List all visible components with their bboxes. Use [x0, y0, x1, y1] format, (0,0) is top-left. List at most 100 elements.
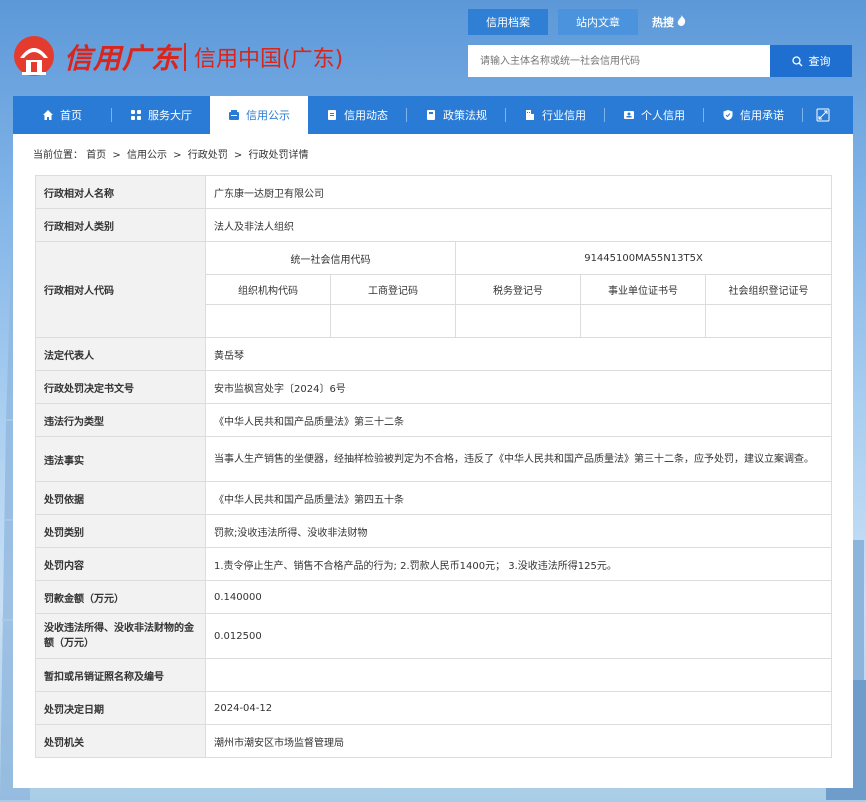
code-label: 行政相对人代码: [35, 241, 206, 338]
nav-item-personal-credit[interactable]: 个人信用: [605, 96, 703, 134]
violation-type-value: 《中华人民共和国产品质量法》第三十二条: [204, 403, 833, 437]
tab-site-articles[interactable]: 站内文章: [558, 9, 638, 35]
top-tabs: 信用档案 站内文章 热搜: [468, 9, 700, 35]
tab-hot-search[interactable]: 热搜: [648, 9, 690, 35]
flame-icon: [677, 15, 686, 29]
book-icon: [427, 110, 435, 120]
nav-item-credit-commitment[interactable]: 信用承诺: [704, 96, 802, 134]
table-row: 处罚类别 罚款;没收违法所得、没收非法财物: [35, 514, 833, 548]
table-row: 违法行为类型 《中华人民共和国产品质量法》第三十二条: [35, 403, 833, 437]
breadcrumb-separator: >: [173, 150, 182, 161]
org-code-value: [205, 304, 331, 338]
table-row: 处罚决定日期 2024-04-12: [35, 691, 833, 725]
decision-doc-label: 行政处罚决定书文号: [35, 370, 206, 404]
table-row: 罚款金额（万元） 0.140000: [35, 580, 833, 614]
decision-date-value: 2024-04-12: [204, 691, 833, 725]
org-code-label: 组织机构代码: [205, 274, 331, 305]
home-icon: [43, 110, 53, 120]
decision-doc-value: 安市监枫宫处字〔2024〕6号: [204, 370, 833, 404]
name-label: 行政相对人名称: [35, 175, 206, 209]
expand-button[interactable]: [803, 96, 843, 134]
search-input[interactable]: [468, 45, 770, 77]
logo-script-text: 信用广东: [64, 42, 181, 75]
table-row: 处罚内容 1.责令停止生产、销售不合格产品的行为; 2.罚款人民币1400元； …: [35, 547, 833, 581]
nav-service-hall-label: 服务大厅: [148, 109, 192, 122]
social-org-cert-label: 社会组织登记证号: [704, 274, 833, 305]
table-row: 处罚依据 《中华人民共和国产品质量法》第四五十条: [35, 481, 833, 515]
confiscation-amount-value: 0.012500: [204, 613, 833, 659]
main-nav: 首页 服务大厅 信用公示 信用动态 政策法规 行业信用 个人信用 信用承诺: [13, 96, 853, 134]
breadcrumb-credit-publicity[interactable]: 信用公示: [127, 150, 167, 161]
nav-item-credit-publicity[interactable]: 信用公示: [210, 96, 308, 134]
tab-credit-archive[interactable]: 信用档案: [468, 9, 548, 35]
table-row: 行政相对人名称 广东康一达厨卫有限公司: [35, 175, 833, 209]
business-reg-label: 工商登记码: [330, 274, 456, 305]
penalty-basis-label: 处罚依据: [35, 481, 206, 515]
table-row: 违法事实 当事人生产销售的坐便器，经抽样检验被判定为不合格，违反了《中华人民共和…: [35, 436, 833, 482]
logo-emblem-icon: [14, 36, 54, 76]
nav-policies-label: 政策法规: [443, 109, 487, 122]
breadcrumb-home[interactable]: 首页: [86, 150, 106, 161]
nav-credit-publicity-label: 信用公示: [246, 109, 290, 122]
table-row: 法定代表人 黄岳琴: [35, 337, 833, 371]
violation-facts-value: 当事人生产销售的坐便器，经抽样检验被判定为不合格，违反了《中华人民共和国产品质量…: [204, 436, 833, 482]
nav-credit-news-label: 信用动态: [344, 109, 388, 122]
uscc-label: 统一社会信用代码: [205, 241, 456, 275]
breadcrumb-prefix: 当前位置：: [33, 150, 83, 161]
nav-industry-credit-label: 行业信用: [542, 109, 586, 122]
penalty-category-label: 处罚类别: [35, 514, 206, 548]
building-icon: [526, 110, 534, 120]
breadcrumb: 当前位置： 首页 > 信用公示 > 行政处罚 > 行政处罚详情: [33, 148, 831, 168]
grid-icon: [131, 110, 141, 120]
license-revoke-label: 暂扣或吊销证照名称及编号: [35, 658, 206, 692]
table-row: 处罚机关 潮州市潮安区市场监督管理局: [35, 724, 833, 758]
shield-icon: [723, 110, 733, 120]
logo-main-text: 信用中国(广东): [194, 47, 344, 72]
breadcrumb-admin-penalty[interactable]: 行政处罚: [188, 150, 228, 161]
document-icon: [328, 110, 336, 120]
nav-home-label: 首页: [60, 109, 82, 122]
search-icon: [791, 55, 802, 66]
social-org-cert-value: [704, 304, 833, 338]
credit-publicity-icon: [229, 110, 239, 120]
nav-item-policies[interactable]: 政策法规: [407, 96, 505, 134]
violation-facts-label: 违法事实: [35, 436, 206, 482]
site-logo[interactable]: 信用广东 信用中国(广东): [12, 30, 343, 84]
tax-reg-label: 税务登记号: [455, 274, 581, 305]
nav-item-home[interactable]: 首页: [13, 96, 111, 134]
legal-rep-label: 法定代表人: [35, 337, 206, 371]
table-row: 行政相对人类别 法人及非法人组织: [35, 208, 833, 242]
penalty-basis-value: 《中华人民共和国产品质量法》第四五十条: [204, 481, 833, 515]
institution-cert-label: 事业单位证书号: [580, 274, 706, 305]
penalty-category-value: 罚款;没收违法所得、没收非法财物: [204, 514, 833, 548]
nav-item-credit-news[interactable]: 信用动态: [308, 96, 406, 134]
license-revoke-value: [204, 658, 833, 692]
nav-item-industry-credit[interactable]: 行业信用: [506, 96, 604, 134]
fine-amount-label: 罚款金额（万元）: [35, 580, 206, 614]
penalty-detail-table: 行政相对人名称 广东康一达厨卫有限公司 行政相对人类别 法人及非法人组织 行政相…: [35, 175, 833, 758]
search-bar: 查询: [468, 45, 852, 77]
nav-item-service-hall[interactable]: 服务大厅: [112, 96, 210, 134]
breadcrumb-current: 行政处罚详情: [248, 150, 309, 161]
breadcrumb-separator: >: [112, 150, 121, 161]
table-row: 暂扣或吊销证照名称及编号: [35, 658, 833, 692]
legal-rep-value: 黄岳琴: [204, 337, 833, 371]
name-value: 广东康一达厨卫有限公司: [204, 175, 833, 209]
id-card-icon: [624, 111, 634, 119]
authority-value: 潮州市潮安区市场监督管理局: [204, 724, 833, 758]
site-header: 信用广东 信用中国(广东) 信用档案 站内文章 热搜 查询: [0, 0, 866, 96]
search-button[interactable]: 查询: [770, 45, 852, 77]
nav-personal-credit-label: 个人信用: [641, 109, 685, 122]
penalty-content-label: 处罚内容: [35, 547, 206, 581]
nav-credit-commitment-label: 信用承诺: [740, 109, 784, 122]
type-label: 行政相对人类别: [35, 208, 206, 242]
table-row: 没收违法所得、没收非法财物的金额（万元） 0.012500: [35, 613, 833, 659]
business-reg-value: [330, 304, 456, 338]
tax-reg-value: [455, 304, 581, 338]
table-row: 行政处罚决定书文号 安市监枫宫处字〔2024〕6号: [35, 370, 833, 404]
content-panel: 当前位置： 首页 > 信用公示 > 行政处罚 > 行政处罚详情 行政相对人名称 …: [13, 134, 853, 788]
confiscation-amount-label: 没收违法所得、没收非法财物的金额（万元）: [35, 613, 206, 659]
fine-amount-value: 0.140000: [204, 580, 833, 614]
institution-cert-value: [580, 304, 706, 338]
violation-type-label: 违法行为类型: [35, 403, 206, 437]
